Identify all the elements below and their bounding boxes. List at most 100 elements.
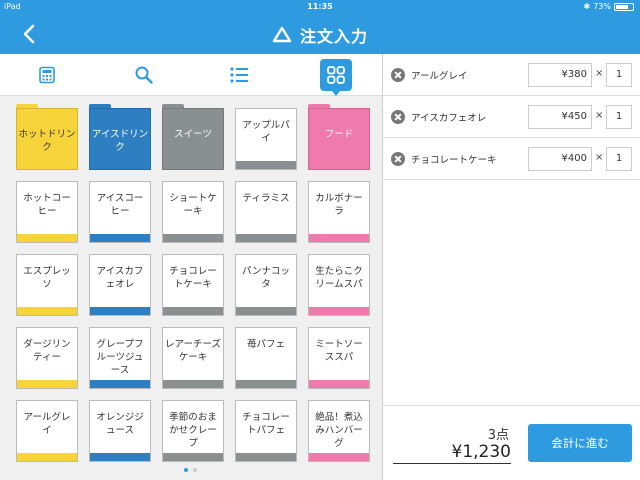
product-tile[interactable]: 絶品！煮込みハンバーグ [308,400,370,462]
search-button[interactable] [128,59,160,91]
page-dot[interactable] [193,468,197,472]
status-right: ✱ 73% [584,2,634,11]
order-row: チョコレートケーキ ¥400 × 1 [383,138,640,180]
category-color-bar [17,453,77,461]
product-label: 生たらこクリームスパ [315,266,363,290]
price-field[interactable]: ¥400 [528,147,592,171]
product-tile[interactable]: チョコレートパフェ [235,400,297,462]
category-color-bar [17,307,77,315]
category-color-bar [90,380,150,388]
multiply-sign: × [595,110,604,121]
product-tile[interactable]: カルボナーラ [308,181,370,243]
product-tile[interactable]: グレープフルーツジュース [89,327,151,389]
remove-item-button[interactable] [391,110,405,124]
page-indicator [184,468,197,472]
app-logo-icon [272,26,292,43]
product-label: ミートソーススパ [315,339,363,363]
product-label: アイスコーヒー [96,193,144,217]
category-color-bar [309,307,369,315]
view-toolbar [0,54,382,96]
product-tile[interactable]: レアーチーズケーキ [162,327,224,389]
battery-percent: 73% [593,2,611,11]
order-item-name: アールグレイ [411,71,468,82]
category-color-bar [163,307,223,315]
product-tile[interactable]: アールグレイ [16,400,78,462]
category-color-bar [236,307,296,315]
product-tile[interactable]: ティラミス [235,181,297,243]
order-row: アイスカフェオレ ¥450 × 1 [383,96,640,138]
product-tile[interactable]: 季節のおまかせクレープ [162,400,224,462]
product-label: 季節のおまかせクレープ [169,412,217,449]
item-count: 3点 [487,428,509,443]
category-color-bar [309,453,369,461]
category-label: ホットドリンク [18,129,76,153]
grid-icon [327,66,345,84]
product-pane: ホットドリンク アイスドリンク スイーツ アップルパイ フードホットコーヒー アイスコーヒ… [0,54,382,480]
list-view-button[interactable] [223,59,255,91]
product-tile[interactable]: パンナコッタ [235,254,297,316]
product-label: ダージリンティー [23,339,71,363]
category-color-bar [90,307,150,315]
page-dot[interactable] [184,468,188,472]
price-field[interactable]: ¥450 [528,105,592,129]
product-label: レアーチーズケーキ [165,339,221,363]
quantity-field[interactable]: 1 [606,147,632,171]
category-color-bar [90,234,150,242]
product-label: エスプレッソ [23,266,71,290]
product-tile[interactable]: オレンジジュース [89,400,151,462]
product-tile[interactable]: アイスカフェオレ [89,254,151,316]
product-tile[interactable]: ホットコーヒー [16,181,78,243]
product-label: パンナコッタ [242,266,290,290]
checkout-button[interactable]: 会計に進む [528,424,632,462]
category-label: フード [324,129,354,140]
product-tile[interactable]: チョコレートケーキ [162,254,224,316]
product-tile[interactable]: ショートケーキ [162,181,224,243]
remove-item-button[interactable] [391,68,405,82]
product-label: アップルパイ [242,120,290,144]
category-color-bar [236,234,296,242]
product-label: ショートケーキ [169,193,217,217]
category-color-bar [90,453,150,461]
product-label: アイスカフェオレ [96,266,144,290]
grid-view-button[interactable] [320,59,352,96]
order-pane: アールグレイ ¥380 × 1 アイスカフェオレ ¥450 × 1 チョコレートケーキ ¥400 ×… [382,54,640,480]
category-color-bar [236,453,296,461]
category-folder[interactable]: フード [308,104,370,170]
category-color-bar [309,380,369,388]
product-label: チョコレートケーキ [169,266,217,290]
order-row: アールグレイ ¥380 × 1 [383,54,640,96]
calculator-icon [39,66,55,84]
search-icon [135,66,153,84]
order-item-name: チョコレートケーキ [411,155,497,166]
category-color-bar [163,380,223,388]
product-tile[interactable]: ミートソーススパ [308,327,370,389]
category-color-bar [163,234,223,242]
nav-title: 注文入力 [0,23,640,48]
product-label: カルボナーラ [315,193,363,217]
product-label: 苺パフェ [246,339,285,350]
category-folder[interactable]: ホットドリンク [16,104,78,170]
product-tile[interactable]: 苺パフェ [235,327,297,389]
product-tile[interactable]: アップルパイ [235,108,297,170]
bluetooth-icon: ✱ [583,2,591,11]
calculator-button[interactable] [31,59,63,91]
product-tile[interactable]: ダージリンティー [16,327,78,389]
product-tile[interactable]: アイスコーヒー [89,181,151,243]
product-label: チョコレートパフェ [242,412,290,436]
category-folder[interactable]: アイスドリンク [89,104,151,170]
category-color-bar [17,234,77,242]
product-tile[interactable]: エスプレッソ [16,254,78,316]
quantity-field[interactable]: 1 [606,63,632,87]
category-label: アイスドリンク [91,129,149,153]
quantity-field[interactable]: 1 [606,105,632,129]
nav-bar: 注文入力 [0,14,640,54]
category-color-bar [309,234,369,242]
multiply-sign: × [595,68,604,79]
product-label: 絶品！煮込みハンバーグ [315,412,363,449]
price-field[interactable]: ¥380 [528,63,592,87]
product-label: オレンジジュース [96,412,144,436]
category-folder[interactable]: スイーツ [162,104,224,170]
product-tile[interactable]: 生たらこクリームスパ [308,254,370,316]
product-label: ティラミス [242,193,290,204]
remove-item-button[interactable] [391,152,405,166]
